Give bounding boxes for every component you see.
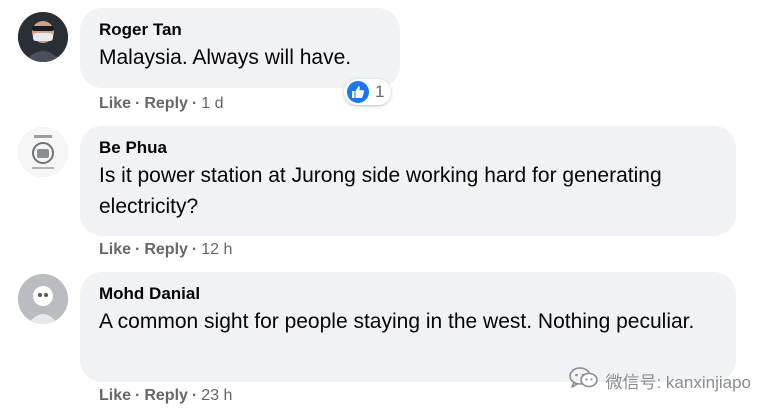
avatar-logo-icon [18,127,68,177]
comment-text: A common sight for people staying in the… [99,310,695,333]
like-button[interactable]: Like [99,387,131,404]
avatar[interactable] [18,12,68,62]
comment-bubble: Roger Tan Malaysia. Always will have. [80,8,400,88]
like-button[interactable]: Like [99,241,131,258]
comment-actions: Like · Reply · 1 d [99,94,224,114]
watermark: 微信号: kanxinjiapo [569,366,751,395]
like-reaction-icon [347,81,369,103]
comment-timestamp[interactable]: 12 h [201,241,232,258]
comment-author[interactable]: Be Phua [99,138,718,158]
reply-button[interactable]: Reply [144,241,188,258]
comment-author[interactable]: Roger Tan [99,20,382,40]
separator: · [191,387,198,404]
separator: · [135,387,141,404]
watermark-text: 微信号: kanxinjiapo [605,373,751,392]
avatar[interactable] [18,127,68,177]
reaction-count: 1 [375,82,385,101]
comment-bubble: Be Phua Is it power station at Jurong si… [80,126,736,236]
separator: · [135,241,141,258]
separator: · [191,241,198,258]
comment-author[interactable]: Mohd Danial [99,284,718,304]
comment-actions: Like · Reply · 23 h [99,386,232,406]
wechat-icon [569,366,599,395]
comment-timestamp[interactable]: 23 h [201,387,232,404]
comment-actions: Like · Reply · 12 h [99,240,232,260]
comment-text: Malaysia. Always will have. [99,46,352,69]
separator: · [191,95,198,112]
comment-timestamp[interactable]: 1 d [201,95,223,112]
avatar-photo-icon [18,12,68,62]
like-button[interactable]: Like [99,95,131,112]
separator: · [135,95,141,112]
reply-button[interactable]: Reply [144,95,188,112]
avatar-photo-icon [18,274,68,324]
reply-button[interactable]: Reply [144,387,188,404]
comment-text: Is it power station at Jurong side worki… [99,164,662,218]
reaction-badge[interactable]: 1 [344,79,392,105]
avatar[interactable] [18,274,68,324]
